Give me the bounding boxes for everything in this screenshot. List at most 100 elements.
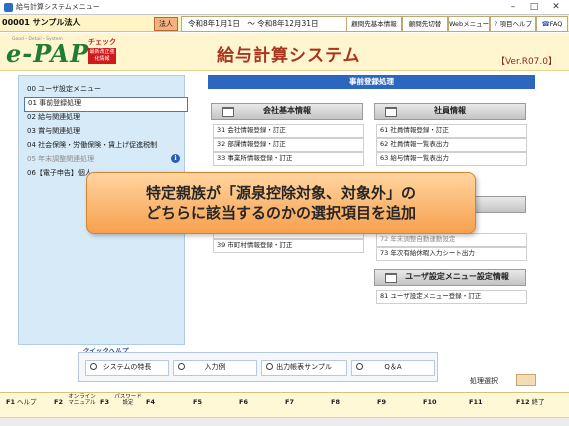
callout-line-2: どちらに該当するのかの選択項目を追加 <box>145 204 416 222</box>
window-title: 給与計算システムメニュー <box>16 3 100 11</box>
logo-band: Good・Detail・System e-PAP チェック 最新改正強化情報 給… <box>0 33 569 71</box>
web-menu-button[interactable]: Webメニュー <box>448 16 490 32</box>
fkey-f8[interactable]: F8 <box>331 398 340 406</box>
status-strip <box>0 417 569 426</box>
menu-item-social-insurance[interactable]: 04 社会保険・労働保険・賃上げ促進税制 <box>24 139 186 152</box>
latest-revision-badge: チェック 最新改正強化情報 <box>88 37 116 65</box>
faq-icon: ☎ <box>541 20 550 28</box>
info-icon[interactable]: i <box>171 154 180 163</box>
quick-help-qa-button[interactable]: Q＆A <box>351 360 435 376</box>
book-icon <box>385 273 397 283</box>
fkey-f11[interactable]: F11 <box>469 398 483 406</box>
group-header-company: 会社基本情報 <box>211 103 363 120</box>
menu-item-user-settings[interactable]: 00 ユーザ設定メニュー <box>24 83 186 96</box>
magnifier-icon <box>178 363 185 370</box>
group-title-employee: 社員情報 <box>434 106 466 115</box>
menu-entry-31[interactable]: 31 会社情報登録・訂正 <box>213 124 364 138</box>
fkey-f6[interactable]: F6 <box>239 398 248 406</box>
minimize-button[interactable]: – <box>503 1 523 13</box>
fkey-label: オンライン マニュアル <box>68 394 96 406</box>
fkey-number: F12 <box>516 398 530 406</box>
menu-entry-32[interactable]: 32 部課情報登録・訂正 <box>213 138 364 152</box>
header-toolbar: 00001 サンプル法人 法人 令和8年1月1日 ～ 令和8年12月31日 顧問… <box>0 15 569 32</box>
function-key-bar: F1 ヘルプ F2 オンライン マニュアル F3 パスワード 設定 F4 F5 F6… <box>0 392 569 417</box>
fkey-label: パスワード 設定 <box>114 394 142 406</box>
menu-entry-73[interactable]: 73 年次有給休暇入力シート出力 <box>376 247 527 261</box>
help-icon: ? <box>493 20 498 28</box>
menu-entry-39[interactable]: 39 市町村情報登録・訂正 <box>213 239 364 253</box>
fkey-number: F1 <box>6 398 15 406</box>
app-title: 給与計算システム <box>217 46 361 66</box>
fkey-number: F5 <box>193 398 202 406</box>
item-help-button[interactable]: ? 項目ヘルプ <box>490 16 536 32</box>
quick-help-sample-label: 出力帳表サンプル <box>276 363 332 371</box>
item-help-label: 項目ヘルプ <box>499 20 533 28</box>
fkey-f12[interactable]: F12 終了 <box>516 398 545 406</box>
menu-entry-61[interactable]: 61 社員情報登録・訂正 <box>376 124 527 138</box>
fkey-f1[interactable]: F1 ヘルプ <box>6 398 37 406</box>
menu-item-pre-registration[interactable]: 01 事前登録処理 <box>24 97 188 112</box>
brand-logo: e-PAP <box>6 39 90 68</box>
fkey-label: 終了 <box>531 398 545 406</box>
badge-top-text: チェック <box>88 38 116 46</box>
menu-entry-62[interactable]: 62 社員情報一覧表出力 <box>376 138 527 152</box>
close-button[interactable]: ✕ <box>546 1 566 13</box>
app-icon <box>4 3 13 12</box>
window-title-bar: 給与計算システムメニュー – □ ✕ <box>0 0 569 15</box>
badge-bottom-text: 最新改正強化情報 <box>88 48 116 64</box>
fkey-number: F7 <box>285 398 294 406</box>
group-header-user-menu: ユーザ設定メニュー設定情報 <box>374 269 526 286</box>
fkey-f4[interactable]: F4 <box>146 398 155 406</box>
client-switch-button[interactable]: 顧問先切替 <box>402 16 448 32</box>
menu-entry-33[interactable]: 33 事業所情報登録・訂正 <box>213 152 364 166</box>
corporation-badge: 法人 <box>154 17 178 31</box>
quick-help-panel: システムの特長 入力例 出力帳表サンプル Q＆A <box>78 352 438 382</box>
menu-item-bonus[interactable]: 03 賞与関連処理 <box>24 125 186 138</box>
selection-label: 処理選択 <box>470 377 498 385</box>
menu-item-year-end[interactable]: 05 年末調整関連処理 <box>24 153 172 166</box>
fkey-number: F8 <box>331 398 340 406</box>
book-icon <box>222 107 234 117</box>
group-title-company: 会社基本情報 <box>263 106 311 115</box>
quick-help-features-label: システムの特長 <box>102 363 152 371</box>
fkey-label: ヘルプ <box>17 398 37 406</box>
fkey-f9[interactable]: F9 <box>377 398 386 406</box>
fiscal-period: 令和8年1月1日 ～ 令和8年12月31日 <box>181 16 351 32</box>
client-info-button[interactable]: 顧問先基本情報 <box>346 16 402 32</box>
menu-entry-72[interactable]: 72 年末調整自動連動設定 <box>376 233 527 247</box>
fkey-f10[interactable]: F10 <box>423 398 437 406</box>
menu-item-salary[interactable]: 02 給与関連処理 <box>24 111 186 124</box>
menu-entry-63[interactable]: 63 給与情報一覧表出力 <box>376 152 527 166</box>
fkey-f3[interactable]: F3 パスワード 設定 <box>100 394 142 406</box>
selection-input[interactable] <box>516 374 536 386</box>
fkey-number: F9 <box>377 398 386 406</box>
menu-entry-81[interactable]: 81 ユーザ設定メニュー登録・訂正 <box>376 290 527 304</box>
fkey-number: F3 <box>100 398 109 406</box>
magnifier-icon <box>90 363 97 370</box>
fkey-f2[interactable]: F2 オンライン マニュアル <box>54 394 96 406</box>
company-name: 00001 サンプル法人 <box>2 18 81 27</box>
quick-help-example-button[interactable]: 入力例 <box>173 360 257 376</box>
section-header: 事前登録処理 <box>208 75 535 89</box>
faq-button[interactable]: ☎FAQ <box>536 16 568 32</box>
group-title-user-menu: ユーザ設定メニュー設定情報 <box>405 272 509 281</box>
quick-help-qa-label: Q＆A <box>384 363 402 371</box>
faq-label: FAQ <box>549 20 563 28</box>
quick-help-example-label: 入力例 <box>204 363 226 371</box>
magnifier-icon <box>356 363 363 370</box>
quick-help-sample-button[interactable]: 出力帳表サンプル <box>261 360 347 376</box>
fkey-number: F6 <box>239 398 248 406</box>
magnifier-icon <box>266 363 273 370</box>
fkey-f5[interactable]: F5 <box>193 398 202 406</box>
fkey-f7[interactable]: F7 <box>285 398 294 406</box>
group-header-employee: 社員情報 <box>374 103 526 120</box>
callout-line-1: 特定親族が「源泉控除対象、対象外」の <box>145 184 416 202</box>
quick-help-features-button[interactable]: システムの特長 <box>85 360 169 376</box>
fkey-number: F4 <box>146 398 155 406</box>
fkey-number: F2 <box>54 398 63 406</box>
book-icon <box>385 107 397 117</box>
version-label: 【Ver.R07.0】 <box>495 57 557 67</box>
fkey-number: F10 <box>423 398 437 406</box>
maximize-button[interactable]: □ <box>524 1 544 13</box>
fkey-number: F11 <box>469 398 483 406</box>
